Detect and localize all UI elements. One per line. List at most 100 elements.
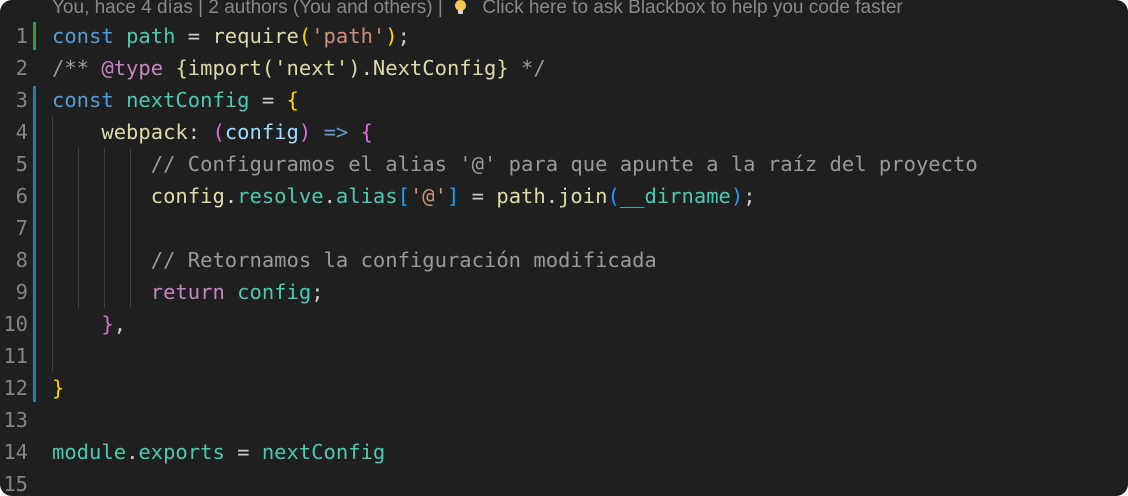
code-token: = [249,88,287,112]
code-token: config [237,280,312,304]
code-token: ; [743,184,756,208]
code-token: join [558,184,608,208]
code-line[interactable]: 10 }, [0,308,1128,340]
line-code: return config; [52,276,324,308]
line-number: 7 [15,216,28,240]
code-line[interactable]: 15 [0,468,1128,496]
code-token: : [187,120,213,144]
code-token: . [126,440,139,464]
line-number: 14 [3,440,28,464]
line-number: 2 [15,56,28,80]
code-token: . [224,184,238,208]
line-code: }, [52,308,126,340]
code-token: ; [397,24,410,48]
code-token: // Configuramos el alias '@' para que ap… [150,152,978,176]
code-token: nextConfig [126,88,250,112]
code-token: webpack [101,120,188,144]
git-added-marker[interactable] [33,22,36,50]
blackbox-assist-link[interactable]: Click here to ask Blackbox to help you c… [482,0,902,18]
code-token: . [323,184,336,208]
indent-guide [78,148,79,308]
line-code: // Retornamos la configuración modificad… [52,244,657,276]
code-token: '@' [409,184,447,208]
line-number: 15 [3,472,28,496]
code-token: ( [298,24,312,48]
code-token: return [150,280,238,304]
code-token: ) [385,24,398,48]
line-number: 3 [15,88,28,112]
code-line[interactable]: 9 return config; [0,276,1128,308]
code-token: } [52,376,65,400]
line-number: 12 [3,376,28,400]
line-code: webpack: (config) => { [52,116,373,148]
line-code: // Configuramos el alias '@' para que ap… [52,148,978,180]
code-line[interactable]: 14 module.exports = nextConfig [0,436,1128,468]
code-token: , [113,312,127,336]
indent-guide [104,148,105,308]
indent-guide [130,148,131,308]
code-token: { [360,120,373,144]
code-token: ; [311,280,324,304]
code-token: alias [335,184,398,208]
code-line[interactable]: 11 [0,340,1128,372]
git-blame-annotation[interactable]: You, hace 4 días | 2 authors (You and ot… [52,0,443,18]
code-line[interactable]: 6 config.resolve.alias['@'] = path.join(… [0,180,1128,212]
code-line[interactable]: 12} [0,372,1128,404]
line-code: } [52,372,64,404]
code-line[interactable]: 13 [0,404,1128,436]
code-token: resolve [237,184,324,208]
code-token: ] [447,184,460,208]
code-token: const [52,24,127,48]
code-token: // Retornamos la configuración modificad… [150,248,657,272]
lightbulb-icon [454,0,467,15]
code-line[interactable]: 4 webpack: (config) => { [0,116,1128,148]
code-line[interactable]: 1 const path = require('path'); [0,20,1128,52]
line-number: 10 [3,312,28,336]
line-number: 8 [15,248,28,272]
code-token: [ [397,184,410,208]
code-line[interactable]: 5 // Configuramos el alias '@' para que … [0,148,1128,180]
code-token: = [175,24,213,48]
code-line[interactable]: 7 [0,212,1128,244]
code-token: exports [138,440,225,464]
line-number: 5 [15,152,28,176]
codelens-bar[interactable]: You, hace 4 días | 2 authors (You and ot… [52,0,903,20]
code-token: 'path' [311,24,386,48]
code-line[interactable]: 8 // Retornamos la configuración modific… [0,244,1128,276]
code-token: path [126,24,176,48]
code-token: */ [508,56,546,80]
code-token: const [52,88,127,112]
code-token: ( [212,120,225,144]
code-token: config [224,120,299,144]
code-token: ) [730,184,744,208]
code-token: = [459,184,497,208]
git-modified-marker[interactable] [33,86,36,402]
code-token: module [52,440,127,464]
line-number: 9 [15,280,28,304]
line-number: 11 [3,344,28,368]
line-number: 4 [15,120,28,144]
line-code: module.exports = nextConfig [52,436,385,468]
code-token: config [150,184,225,208]
code-token: ) [298,120,324,144]
code-token: nextConfig [261,440,386,464]
code-token: ( [607,184,620,208]
code-token: path [496,184,546,208]
line-number: 13 [3,408,28,432]
line-number: 1 [15,24,28,48]
code-editor[interactable]: You, hace 4 días | 2 authors (You and ot… [0,0,1128,496]
indent-guide [52,116,53,372]
code-token: @type [101,56,164,80]
code-line[interactable]: 2 /** @type {import('next').NextConfig} *… [0,52,1128,84]
code-line[interactable]: 3 const nextConfig = { [0,84,1128,116]
code-token: => [323,120,361,144]
code-token: require [212,24,299,48]
line-code: const nextConfig = { [52,84,299,116]
